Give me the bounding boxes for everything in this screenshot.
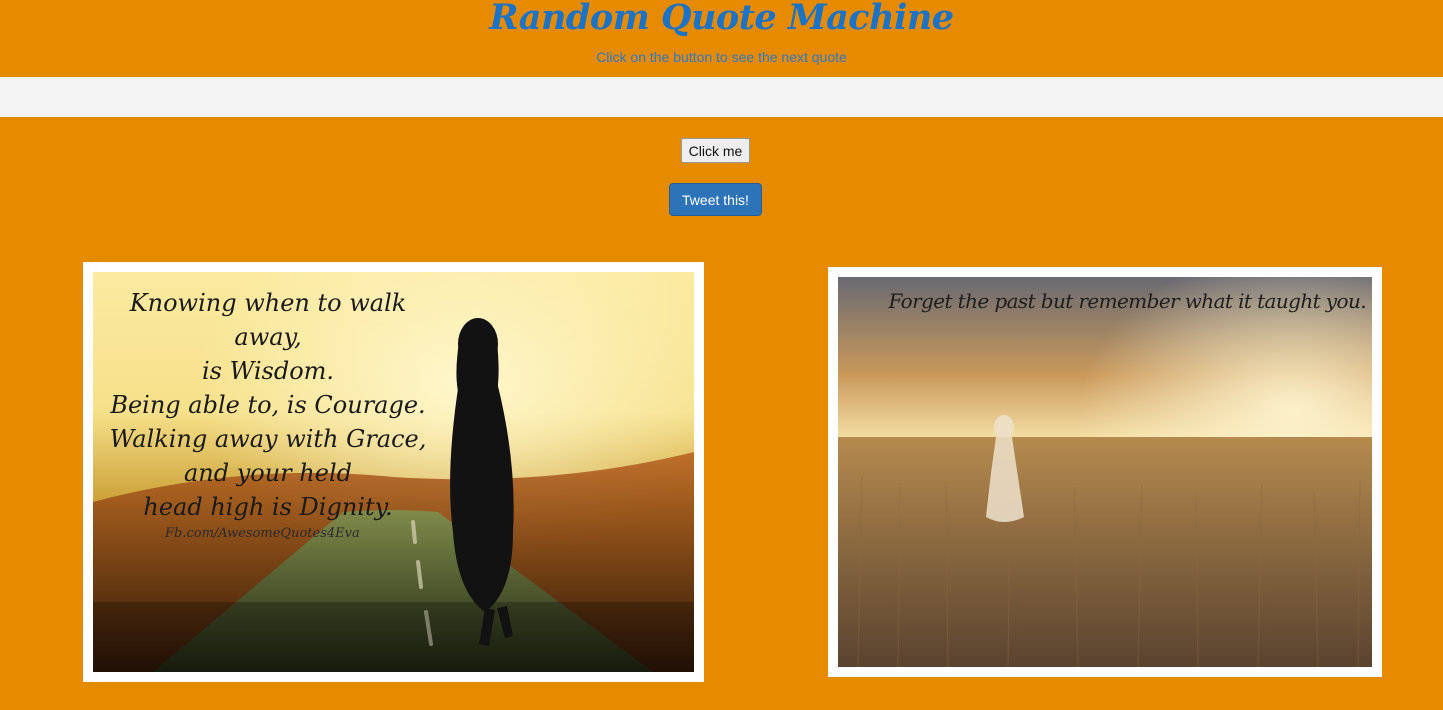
image-watermark: Fb.com/AwesomeQuotes4Eva [165,526,360,541]
quote-image-walking-woman: Knowing when to walk away, is Wisdom. Be… [93,272,694,672]
image-quote-text: Forget the past but remember what it tau… [888,289,1366,313]
quote-image-frame-left: Knowing when to walk away, is Wisdom. Be… [83,262,704,682]
next-quote-button[interactable]: Click me [681,138,750,163]
quote-display [0,77,1443,117]
page-title: Random Quote Machine [489,0,954,38]
image-quote-line: and your held [183,459,353,487]
tweet-button[interactable]: Tweet this! [669,183,762,216]
quote-image-wheat-field: Forget the past but remember what it tau… [838,277,1372,667]
page-header: Random Quote Machine Click on the button… [0,0,1443,77]
image-quote-line: Knowing when to walk away, [129,289,407,351]
image-quote-line: Walking away with Grace, [109,425,427,453]
image-quote-line: head high is Dignity. [143,493,393,521]
image-quote-line: Being able to, is Courage. [110,391,426,419]
field-scene-illustration [838,277,1372,667]
image-quote-line: is Wisdom. [201,357,335,385]
image-quote-text: Knowing when to walk away, is Wisdom. Be… [93,286,443,524]
quote-image-frame-right: Forget the past but remember what it tau… [828,267,1382,677]
page-subtitle: Click on the button to see the next quot… [596,49,847,65]
